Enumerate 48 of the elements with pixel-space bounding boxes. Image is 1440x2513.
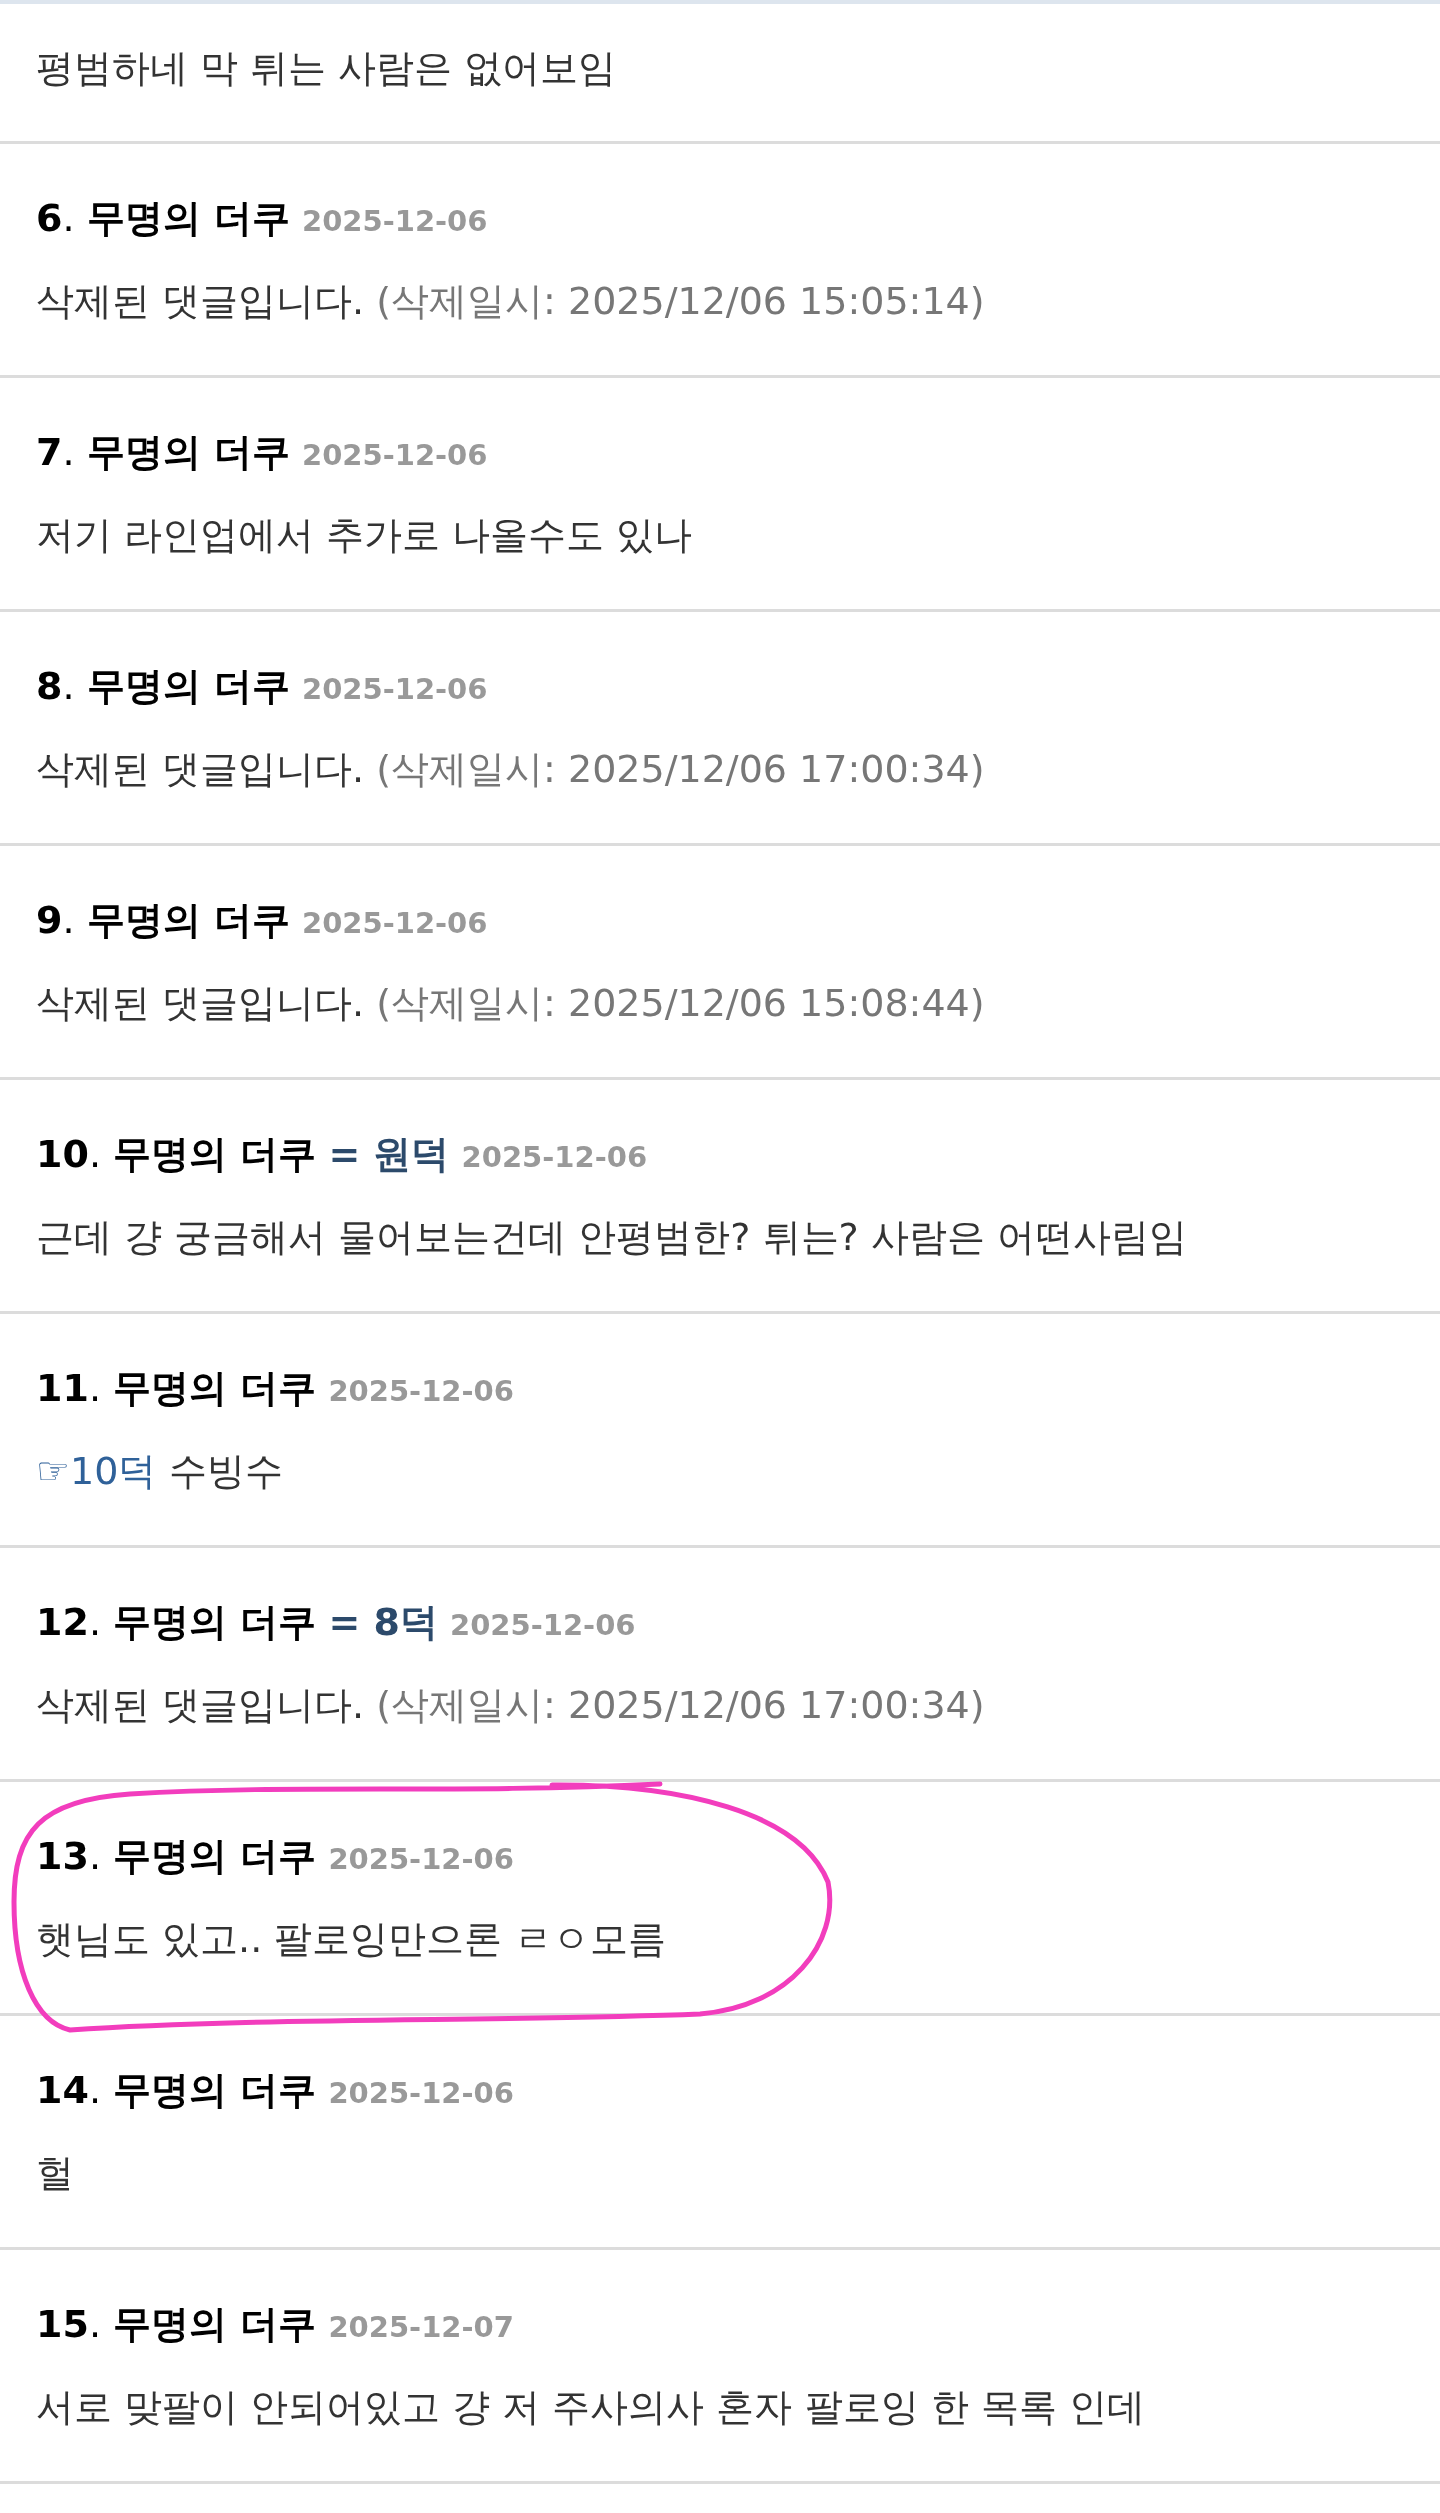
comment-author: 무명의 더쿠 bbox=[86, 430, 290, 474]
deleted-timestamp: (삭제일시: 2025/12/06 17:00:34) bbox=[376, 1683, 985, 1727]
comment-number: 12. bbox=[36, 1600, 101, 1644]
comment-text: 삭제된 댓글입니다. bbox=[36, 279, 365, 323]
comment-date: 2025-12-07 bbox=[328, 2310, 514, 2344]
comment-author: 무명의 더쿠 bbox=[86, 664, 290, 708]
comment-date: 2025-12-06 bbox=[328, 2076, 514, 2110]
comment-text: 근데 걍 궁금해서 물어보는건데 안평범한? 튀는? 사람은 어떤사림임 bbox=[36, 1215, 1187, 1259]
comment-author: 무명의 더쿠 bbox=[113, 1834, 317, 1878]
comment-author: 무명의 더쿠 bbox=[113, 1366, 317, 1410]
comment-number: 10. bbox=[36, 1132, 101, 1176]
comment-number: 7. bbox=[36, 430, 75, 474]
comment-text: 평범하네 막 튀는 사람은 없어보임 bbox=[36, 46, 617, 90]
comment-text: 삭제된 댓글입니다. bbox=[36, 747, 365, 791]
deleted-timestamp: (삭제일시: 2025/12/06 15:08:44) bbox=[376, 981, 985, 1025]
comment-date: 2025-12-06 bbox=[328, 1374, 514, 1408]
deleted-timestamp: (삭제일시: 2025/12/06 17:00:34) bbox=[376, 747, 985, 791]
comment-text: 삭제된 댓글입니다. bbox=[36, 1683, 365, 1727]
comment-text: 햇님도 있고.. 팔로잉만으론 ㄹㅇ모름 bbox=[36, 1917, 667, 1961]
reply-link[interactable]: = 원덕 bbox=[328, 1132, 450, 1176]
comment-author: 무명의 더쿠 bbox=[113, 1132, 317, 1176]
deleted-timestamp: (삭제일시: 2025/12/06 15:05:14) bbox=[376, 279, 985, 323]
comment-text: 헐 bbox=[36, 2151, 74, 2195]
comment-author: 무명의 더쿠 bbox=[113, 2302, 317, 2346]
comment-date: 2025-12-06 bbox=[450, 1608, 636, 1642]
comment-date: 2025-12-06 bbox=[328, 1842, 514, 1876]
comment-number: 15. bbox=[36, 2302, 101, 2346]
comment-number: 11. bbox=[36, 1366, 101, 1410]
comment-text: 수빙수 bbox=[168, 1449, 283, 1493]
comment-number: 14. bbox=[36, 2068, 101, 2112]
comment-text: 저기 라인업에서 추가로 나올수도 있나 bbox=[36, 513, 693, 557]
reply-link[interactable]: ☞10덕 bbox=[36, 1449, 157, 1493]
comment-number: 8. bbox=[36, 664, 75, 708]
comment-text: 서로 맞팔이 안되어있고 걍 저 주사의사 혼자 팔로잉 한 목록 인데 bbox=[36, 2385, 1145, 2429]
comment-date: 2025-12-06 bbox=[301, 906, 488, 940]
comment-date: 2025-12-06 bbox=[461, 1140, 648, 1174]
comment-author: 무명의 더쿠 bbox=[113, 1600, 317, 1644]
comment-author: 무명의 더쿠 bbox=[86, 196, 290, 240]
comment-author: 무명의 더쿠 bbox=[113, 2068, 317, 2112]
comment-date: 2025-12-06 bbox=[301, 438, 488, 472]
comment-date: 2025-12-06 bbox=[301, 672, 488, 706]
comment-date: 2025-12-06 bbox=[301, 204, 488, 238]
reply-link[interactable]: = 8덕 bbox=[328, 1600, 438, 1644]
comment-text: 삭제된 댓글입니다. bbox=[36, 981, 365, 1025]
comment-number: 13. bbox=[36, 1834, 101, 1878]
comment-author: 무명의 더쿠 bbox=[86, 898, 290, 942]
comment-number: 9. bbox=[36, 898, 75, 942]
comment-number: 6. bbox=[36, 196, 75, 240]
